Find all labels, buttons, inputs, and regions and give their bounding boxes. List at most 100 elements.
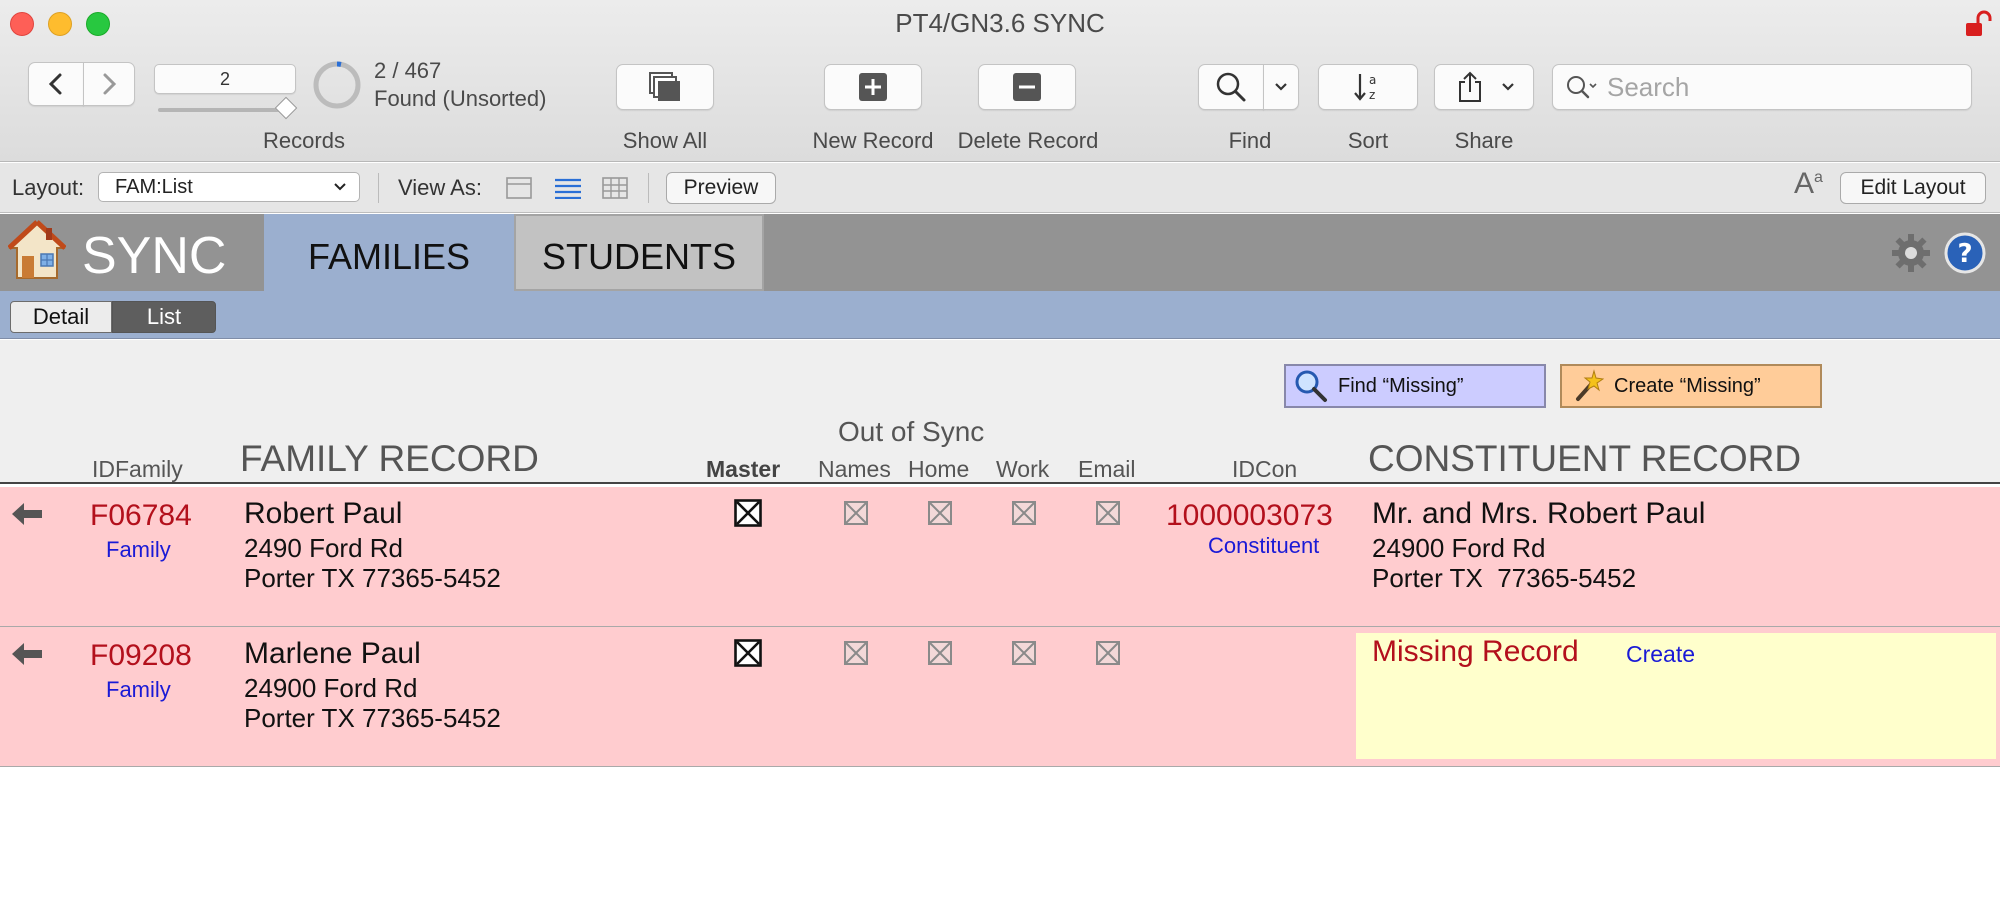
chevron-down-icon: [334, 183, 346, 191]
gear-icon[interactable]: [1890, 232, 1932, 274]
tab-students-label: STUDENTS: [541, 236, 736, 277]
app-header: SYNC FAMILIES STUDENTS ?: [0, 214, 2000, 291]
constituent-address-line2: Porter TX 77365-5452: [1372, 563, 1637, 593]
id-family-value: F09208: [90, 639, 192, 672]
constituent-address-line1: 24900 Ford Rd: [1372, 533, 1546, 563]
layout-label: Layout:: [12, 175, 85, 200]
found-status: Found (Unsorted): [374, 86, 547, 111]
tab-students[interactable]: STUDENTS: [514, 214, 764, 291]
layout-select-value: FAM:List: [115, 176, 193, 198]
family-address-line1: 24900 Ford Rd: [244, 673, 418, 703]
lock-icon[interactable]: [1964, 10, 1992, 38]
row-arrow-icon[interactable]: [10, 641, 44, 667]
master-checkbox[interactable]: [734, 639, 762, 667]
tab-families[interactable]: FAMILIES: [264, 214, 514, 291]
window-title: PT4/GN3.6 SYNC: [895, 8, 1105, 38]
search-placeholder: Search: [1607, 71, 1690, 102]
home-checkbox[interactable]: [928, 501, 952, 525]
work-checkbox[interactable]: [1012, 501, 1036, 525]
column-header: Find “Missing” Create “Missing” Out of S…: [0, 340, 2000, 484]
id-family-value: F06784: [90, 499, 192, 532]
preview-button[interactable]: Preview: [666, 172, 776, 204]
app-window: PT4/GN3.6 SYNC 2 Records 2 / 467 Found (…: [0, 0, 2000, 902]
record-slider-handle[interactable]: [274, 96, 298, 120]
find-missing-label: Find “Missing”: [1338, 374, 1464, 397]
magnifier-icon: [1295, 370, 1327, 402]
plus-icon: [859, 73, 887, 101]
id-family-header: IDFamily: [92, 456, 183, 482]
find-menu-button[interactable]: [1263, 64, 1299, 110]
subtab-detail[interactable]: Detail: [10, 301, 112, 333]
toolbar: PT4/GN3.6 SYNC 2 Records 2 / 467 Found (…: [0, 0, 2000, 162]
view-as-label: View As:: [398, 175, 482, 200]
family-address-line1: 2490 Ford Rd: [244, 533, 403, 563]
search-icon: [1567, 76, 1597, 99]
master-header: Master: [706, 456, 781, 482]
missing-record-panel: Missing Record Create: [1356, 633, 1996, 759]
sort-button[interactable]: a z: [1318, 64, 1418, 110]
share-label: Share: [1454, 128, 1514, 153]
id-con-value: 1000003073: [1166, 499, 1333, 532]
new-record-label: New Record: [812, 128, 934, 153]
email-checkbox[interactable]: [1096, 501, 1120, 525]
share-icon: [1459, 71, 1481, 102]
edit-layout-button[interactable]: Edit Layout: [1840, 172, 1986, 204]
svg-text:?: ?: [1957, 239, 1972, 269]
create-record-link[interactable]: Create: [1626, 641, 1695, 668]
subtabs-bar: Detail List: [0, 291, 2000, 339]
subtab-list[interactable]: List: [112, 301, 216, 333]
family-record-header: FAMILY RECORD: [240, 438, 539, 479]
find-missing-button[interactable]: Find “Missing”: [1284, 364, 1546, 408]
svg-text:a: a: [1369, 73, 1376, 87]
home-header: Home: [908, 456, 970, 482]
new-record-button[interactable]: [824, 64, 922, 110]
layout-select[interactable]: FAM:List: [98, 172, 360, 202]
house-icon[interactable]: [8, 220, 66, 282]
constituent-record-header: CONSTITUENT RECORD: [1368, 438, 1802, 479]
search-field[interactable]: Search: [1552, 64, 1972, 110]
find-label: Find: [1228, 128, 1272, 153]
divider: [378, 173, 379, 203]
constituent-name: Mr. and Mrs. Robert Paul: [1372, 497, 1706, 530]
home-checkbox[interactable]: [928, 641, 952, 665]
app-name: SYNC: [82, 227, 227, 285]
svg-text:z: z: [1369, 88, 1375, 102]
names-checkbox[interactable]: [844, 501, 868, 525]
row-arrow-icon[interactable]: [10, 501, 44, 527]
family-name: Robert Paul: [244, 497, 403, 530]
family-link[interactable]: Family: [106, 537, 171, 563]
list-view-icon[interactable]: [554, 177, 582, 199]
help-icon[interactable]: ?: [1944, 232, 1986, 274]
magnifier-icon: [1216, 72, 1246, 102]
table-row[interactable]: F09208 Family Marlene Paul 24900 Ford Rd…: [0, 627, 2000, 767]
table-view-icon[interactable]: [602, 177, 628, 199]
minus-icon: [1013, 73, 1041, 101]
names-checkbox[interactable]: [844, 641, 868, 665]
master-checkbox[interactable]: [734, 499, 762, 527]
family-link[interactable]: Family: [106, 677, 171, 703]
delete-record-button[interactable]: [978, 64, 1076, 110]
share-button[interactable]: [1434, 64, 1534, 110]
form-view-icon[interactable]: [506, 177, 532, 199]
table-row[interactable]: F06784 Family Robert Paul 2490 Ford Rd P…: [0, 487, 2000, 627]
out-of-sync-header: Out of Sync: [838, 416, 985, 447]
forward-button[interactable]: [83, 62, 135, 106]
record-number-field[interactable]: 2: [154, 64, 296, 94]
create-missing-button[interactable]: Create “Missing”: [1560, 364, 1822, 408]
tab-families-label: FAMILIES: [307, 236, 471, 277]
wand-icon: [1576, 369, 1604, 401]
id-con-header: IDCon: [1232, 456, 1298, 482]
back-button[interactable]: [28, 62, 84, 106]
sort-label: Sort: [1347, 128, 1389, 153]
show-all-label: Show All: [622, 128, 708, 153]
create-missing-label: Create “Missing”: [1614, 374, 1761, 397]
show-all-button[interactable]: [616, 64, 714, 110]
delete-record-label: Delete Record: [957, 128, 1099, 153]
records-label: Records: [263, 128, 345, 153]
constituent-link[interactable]: Constituent: [1208, 533, 1319, 559]
find-button[interactable]: [1198, 64, 1264, 110]
font-size-icon[interactable]: Aa: [1794, 167, 1823, 201]
record-slider[interactable]: [158, 108, 294, 112]
work-checkbox[interactable]: [1012, 641, 1036, 665]
email-checkbox[interactable]: [1096, 641, 1120, 665]
